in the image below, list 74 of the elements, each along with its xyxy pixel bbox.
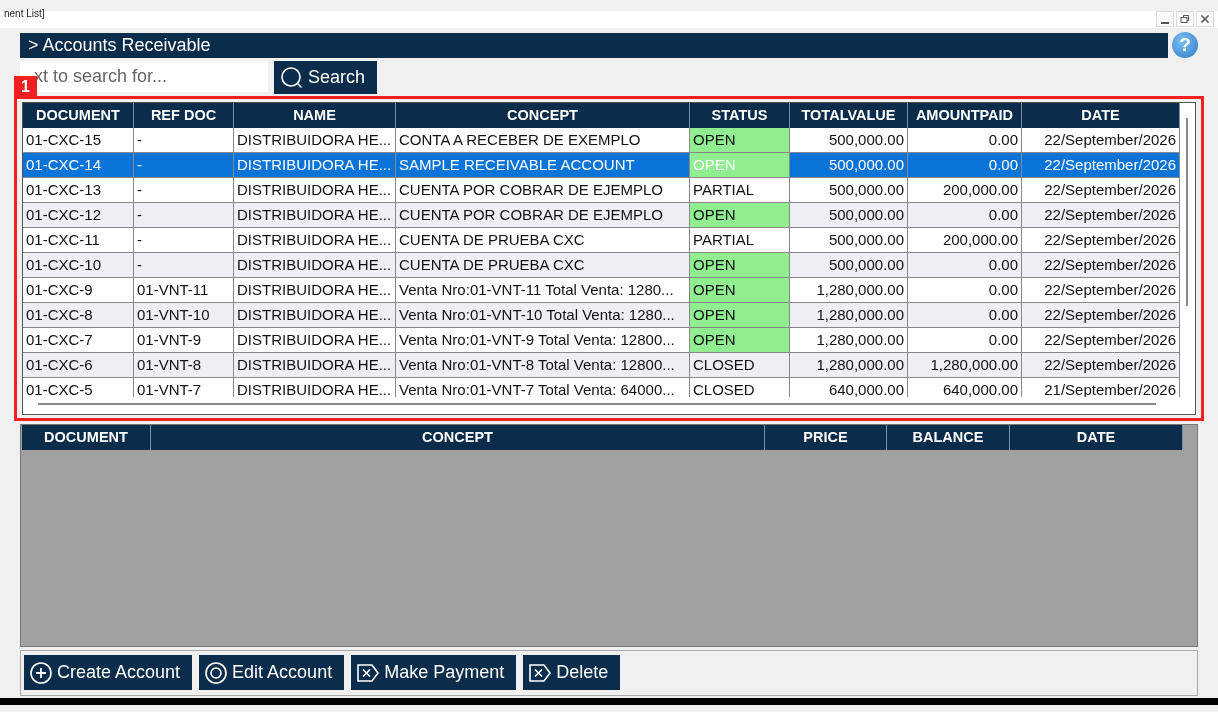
- column-header: DOCUMENT: [23, 103, 134, 128]
- action-button[interactable]: Edit Account: [199, 655, 345, 690]
- column-header: AMOUNTPAID: [908, 103, 1022, 128]
- table-cell: 22/September/2026: [1022, 153, 1180, 178]
- table-cell: 22/September/2026: [1022, 203, 1180, 228]
- table-cell: 500,000.00: [790, 253, 908, 278]
- table-cell: DISTRIBUIDORA HE...: [234, 253, 396, 278]
- table-cell: -: [134, 253, 234, 278]
- search-icon: [280, 65, 304, 90]
- table-cell: OPEN: [690, 303, 790, 328]
- column-header: BALANCE: [887, 425, 1010, 450]
- table-cell: Venta Nro:01-VNT-8 Total Venta: 12800...: [396, 353, 690, 378]
- table-cell: OPEN: [690, 203, 790, 228]
- table-cell: 22/September/2026: [1022, 353, 1180, 378]
- table-cell: 01-VNT-8: [134, 353, 234, 378]
- window-title: nent List]: [4, 8, 45, 19]
- scrollbar[interactable]: [38, 403, 1156, 405]
- table-cell: OPEN: [690, 328, 790, 353]
- plus-circle-icon: [29, 660, 53, 685]
- scrollbar[interactable]: [1186, 118, 1188, 306]
- table-cell: 1,280,000.00: [908, 353, 1022, 378]
- table-cell: 0.00: [908, 153, 1022, 178]
- close-icon: [1200, 14, 1210, 24]
- table-cell: 500,000.00: [790, 203, 908, 228]
- table-cell: 0.00: [908, 253, 1022, 278]
- table-cell: 1,280,000.00: [790, 303, 908, 328]
- section-header: > Accounts Receivable: [20, 32, 1168, 58]
- table-cell: Venta Nro:01-VNT-10 Total Venta: 1280...: [396, 303, 690, 328]
- column-header: DATE: [1010, 425, 1183, 450]
- table-cell: DISTRIBUIDORA HE...: [234, 203, 396, 228]
- table-cell: OPEN: [690, 128, 790, 153]
- table-cell: 0.00: [908, 203, 1022, 228]
- column-header: DATE: [1022, 103, 1180, 128]
- table-cell: OPEN: [690, 253, 790, 278]
- restore-button[interactable]: [1176, 11, 1194, 27]
- minimize-icon: [1161, 22, 1169, 24]
- column-header: REF DOC: [134, 103, 234, 128]
- minimize-button[interactable]: [1156, 11, 1174, 27]
- table-cell: DISTRIBUIDORA HE...: [234, 353, 396, 378]
- table-cell: DISTRIBUIDORA HE...: [234, 303, 396, 328]
- close-button[interactable]: [1196, 11, 1214, 27]
- column-header: CONCEPT: [396, 103, 690, 128]
- table-cell[interactable]: 01-CXC-6: [23, 353, 134, 378]
- table-cell: 0.00: [908, 303, 1022, 328]
- column-header: NAME: [234, 103, 396, 128]
- table-cell: OPEN: [690, 153, 790, 178]
- table-cell: CLOSED: [690, 353, 790, 378]
- column-header: CONCEPT: [151, 425, 765, 450]
- annotation-label: 1: [14, 76, 37, 97]
- column-header: TOTALVALUE: [790, 103, 908, 128]
- restore-icon: [1180, 14, 1190, 24]
- table-cell: OPEN: [690, 278, 790, 303]
- table-cell: -: [134, 203, 234, 228]
- table-cell: 500,000.00: [790, 153, 908, 178]
- table-cell: CUENTA DE PRUEBA CXC: [396, 253, 690, 278]
- table-cell: 01-VNT-10: [134, 303, 234, 328]
- table-cell: 1,280,000.00: [790, 353, 908, 378]
- table-cell: -: [134, 153, 234, 178]
- table-cell[interactable]: 01-CXC-8: [23, 303, 134, 328]
- table-cell: DISTRIBUIDORA HE...: [234, 153, 396, 178]
- table-cell[interactable]: 01-CXC-12: [23, 203, 134, 228]
- column-header: PRICE: [765, 425, 887, 450]
- table-cell: 22/September/2026: [1022, 253, 1180, 278]
- circle-ring-icon: [204, 660, 229, 685]
- action-button[interactable]: Create Account: [24, 655, 193, 690]
- table-cell: 22/September/2026: [1022, 303, 1180, 328]
- search-button[interactable]: Search: [274, 61, 378, 94]
- action-button[interactable]: Make Payment: [351, 655, 517, 690]
- action-button[interactable]: Delete: [523, 655, 621, 690]
- table-cell: SAMPLE RECEIVABLE ACCOUNT: [396, 153, 690, 178]
- column-header: DOCUMENT: [22, 425, 151, 450]
- table-cell[interactable]: 01-CXC-14: [23, 153, 134, 178]
- table-cell[interactable]: 01-CXC-10: [23, 253, 134, 278]
- table-cell: CUENTA POR COBRAR DE EJEMPLO: [396, 203, 690, 228]
